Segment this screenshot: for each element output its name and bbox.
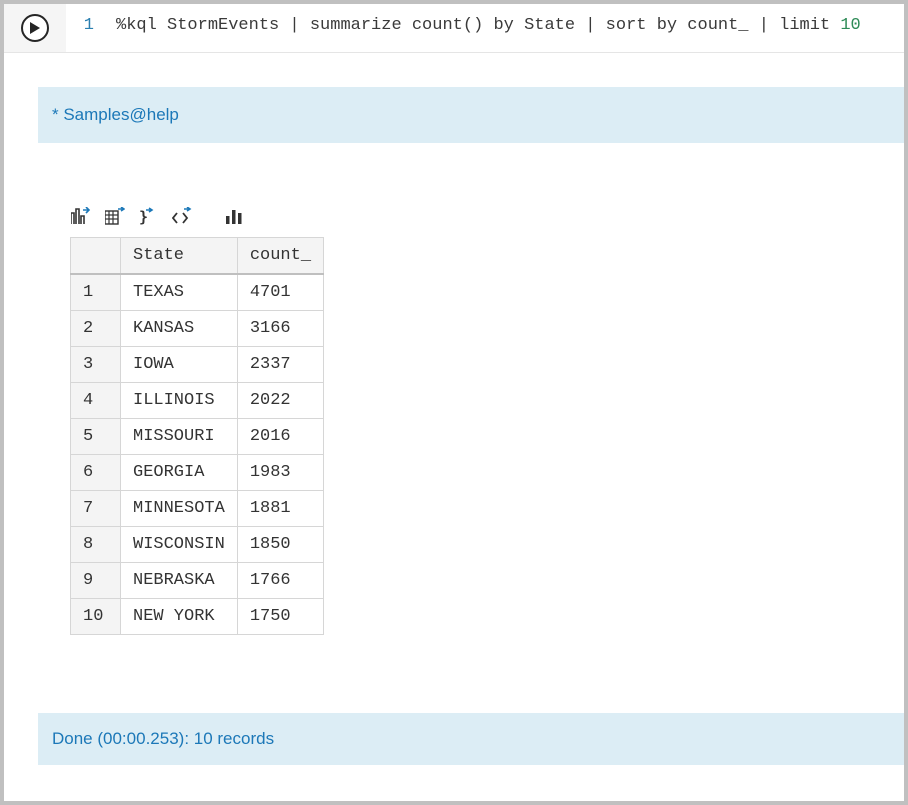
cell-index: 8 <box>71 527 121 563</box>
cell-state: MISSOURI <box>121 419 238 455</box>
cell-state: NEBRASKA <box>121 563 238 599</box>
cell-state: ILLINOIS <box>121 383 238 419</box>
cell-index: 2 <box>71 311 121 347</box>
cell-count: 2016 <box>237 419 323 455</box>
bar-chart-icon[interactable] <box>224 205 246 227</box>
code-magic: %kql <box>116 16 157 35</box>
cell-count: 2022 <box>237 383 323 419</box>
code-limit: 10 <box>840 16 860 35</box>
table-row[interactable]: 9NEBRASKA1766 <box>71 563 324 599</box>
table-row[interactable]: 7MINNESOTA1881 <box>71 491 324 527</box>
cell-count: 1983 <box>237 455 323 491</box>
cell-state: MINNESOTA <box>121 491 238 527</box>
run-gutter <box>4 4 66 52</box>
play-icon <box>30 22 40 34</box>
code-editor[interactable]: 1 %kql StormEvents | summarize count() b… <box>66 4 904 52</box>
export-grid-icon[interactable] <box>104 205 126 227</box>
notebook-container: 1 %kql StormEvents | summarize count() b… <box>4 4 904 801</box>
table-row[interactable]: 1TEXAS4701 <box>71 274 324 311</box>
table-row[interactable]: 3IOWA2337 <box>71 347 324 383</box>
cell-index: 10 <box>71 599 121 635</box>
cell-index: 7 <box>71 491 121 527</box>
code-text: %kql StormEvents | summarize count() by … <box>116 16 861 40</box>
cell-count: 2337 <box>237 347 323 383</box>
code-cell: 1 %kql StormEvents | summarize count() b… <box>4 4 904 53</box>
export-json-icon[interactable]: } <box>138 205 160 227</box>
cell-count: 1750 <box>237 599 323 635</box>
cell-index: 1 <box>71 274 121 311</box>
status-bar: Done (00:00.253): 10 records <box>38 713 904 765</box>
cell-count: 1850 <box>237 527 323 563</box>
header-count[interactable]: count_ <box>237 238 323 275</box>
cell-count: 1881 <box>237 491 323 527</box>
cell-state: NEW YORK <box>121 599 238 635</box>
line-number: 1 <box>66 16 116 40</box>
cell-count: 3166 <box>237 311 323 347</box>
export-code-icon[interactable] <box>172 205 194 227</box>
connection-info: * Samples@help <box>38 87 904 143</box>
cell-count: 4701 <box>237 274 323 311</box>
header-state[interactable]: State <box>121 238 238 275</box>
cell-count: 1766 <box>237 563 323 599</box>
cell-state: TEXAS <box>121 274 238 311</box>
table-row[interactable]: 10NEW YORK1750 <box>71 599 324 635</box>
code-query: StormEvents | summarize count() by State… <box>157 16 841 35</box>
cell-index: 9 <box>71 563 121 599</box>
cell-index: 6 <box>71 455 121 491</box>
table-row[interactable]: 5MISSOURI2016 <box>71 419 324 455</box>
table-row[interactable]: 8WISCONSIN1850 <box>71 527 324 563</box>
cell-index: 4 <box>71 383 121 419</box>
cell-state: IOWA <box>121 347 238 383</box>
cell-state: GEORGIA <box>121 455 238 491</box>
table-row[interactable]: 6GEORGIA1983 <box>71 455 324 491</box>
export-chart-icon[interactable] <box>70 205 92 227</box>
header-index[interactable] <box>71 238 121 275</box>
results-table: State count_ 1TEXAS47012KANSAS31663IOWA2… <box>70 237 324 635</box>
cell-state: WISCONSIN <box>121 527 238 563</box>
cell-state: KANSAS <box>121 311 238 347</box>
table-row[interactable]: 4ILLINOIS2022 <box>71 383 324 419</box>
run-button[interactable] <box>21 14 49 42</box>
cell-index: 3 <box>71 347 121 383</box>
table-row[interactable]: 2KANSAS3166 <box>71 311 324 347</box>
cell-index: 5 <box>71 419 121 455</box>
results-toolbar: } <box>38 205 904 227</box>
output-area: * Samples@help } State <box>4 87 904 765</box>
table-header-row: State count_ <box>71 238 324 275</box>
